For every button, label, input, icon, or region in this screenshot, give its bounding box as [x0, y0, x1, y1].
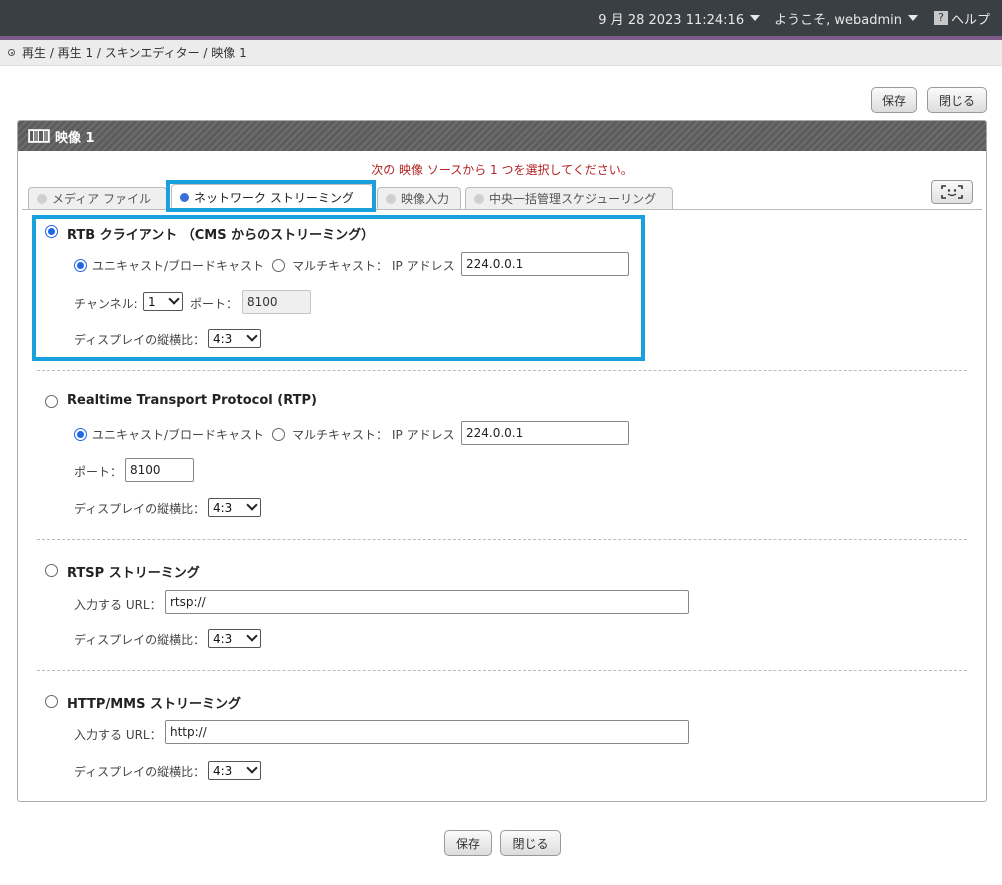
help-label: ヘルプ: [950, 12, 990, 28]
chevron-down-icon: [246, 762, 258, 774]
tab-video-input-label: 映像入力: [401, 192, 450, 206]
breadcrumb-text[interactable]: 再生 / 再生 1 / スキンエディター / 映像 1: [22, 44, 247, 61]
rtsp-radio[interactable]: [45, 564, 58, 577]
datetime-display: 9 月 28 2023 11:24:16: [598, 12, 745, 28]
rtb-aspect-label: ディスプレイの縦横比：: [74, 333, 206, 347]
face-detect-button[interactable]: [931, 180, 973, 204]
film-icon: [28, 129, 50, 143]
rtp-aspect-select[interactable]: 4:3: [208, 498, 261, 517]
rtb-multicast-label: マルチキャスト：: [292, 259, 389, 273]
http-mms-label: HTTP/MMS ストリーミング: [67, 697, 241, 712]
close-button-top[interactable]: 閉じる: [927, 87, 987, 113]
rtp-ip-label: IP アドレス: [392, 428, 455, 442]
rtb-aspect-select[interactable]: 4:3: [208, 329, 261, 348]
close-button-bottom[interactable]: 閉じる: [500, 830, 561, 856]
rtb-client-label: RTB クライアント （CMS からのストリーミング）: [67, 228, 375, 243]
rtb-unicast-label: ユニキャスト/ブロードキャスト: [92, 259, 265, 273]
rtb-client-radio[interactable]: [45, 225, 58, 238]
rtb-port-input: 8100: [242, 290, 311, 314]
rtsp-label: RTSP ストリーミング: [67, 566, 200, 581]
http-url-label: 入力する URL：: [74, 728, 162, 742]
help-button[interactable]: ? ヘルプ: [932, 9, 992, 28]
rtp-radio[interactable]: [45, 395, 58, 408]
tab-video-input-radio-icon: [386, 193, 396, 204]
rtp-port-label: ポート：: [74, 465, 123, 479]
top-bar: 9 月 28 2023 11:24:16 ようこそ, webadmin ? ヘル…: [0, 0, 1002, 36]
chevron-down-icon: [246, 499, 258, 511]
tab-media-file-label: メディア ファイル: [52, 192, 151, 206]
rtb-aspect-value: 4:3: [213, 331, 233, 346]
section-divider: [37, 539, 967, 540]
tab-central-scheduling[interactable]: 中央一括管理スケジューリング: [465, 187, 673, 209]
face-scan-icon: [941, 185, 963, 199]
chevron-down-icon: [168, 293, 180, 305]
rtb-port-label: ポート：: [190, 297, 239, 311]
rtb-unicast-radio[interactable]: [74, 259, 87, 272]
section-divider: [37, 370, 967, 371]
http-aspect-label: ディスプレイの縦横比：: [74, 765, 206, 779]
rtp-label: Realtime Transport Protocol (RTP): [67, 393, 317, 408]
tab-central-scheduling-radio-icon: [474, 193, 484, 204]
rtb-channel-label: チャンネル:: [74, 297, 138, 311]
welcome-user[interactable]: ようこそ, webadmin: [774, 9, 902, 28]
rtp-ip-input[interactable]: 224.0.0.1: [461, 421, 629, 445]
rtb-ip-label: IP アドレス: [392, 259, 455, 273]
breadcrumb-bullet-icon: [8, 49, 15, 56]
http-mms-radio[interactable]: [45, 695, 58, 708]
rtp-multicast-label: マルチキャスト：: [292, 428, 389, 442]
save-button-bottom[interactable]: 保存: [444, 830, 492, 856]
rtp-port-input[interactable]: 8100: [125, 458, 194, 482]
section-divider: [37, 670, 967, 671]
rtsp-aspect-select[interactable]: 4:3: [208, 629, 261, 648]
rtsp-url-input[interactable]: rtsp://: [165, 590, 689, 614]
rtp-aspect-label: ディスプレイの縦横比：: [74, 502, 206, 516]
http-aspect-select[interactable]: 4:3: [208, 761, 261, 780]
instruction-text: 次の 映像 ソースから 1 つを選択してください。: [371, 163, 633, 177]
save-button-top[interactable]: 保存: [871, 87, 917, 113]
rtb-multicast-radio[interactable]: [272, 259, 285, 272]
http-url-input[interactable]: http://: [165, 720, 689, 744]
rtsp-aspect-value: 4:3: [213, 631, 233, 646]
rtp-aspect-value: 4:3: [213, 500, 233, 515]
rtsp-url-label: 入力する URL：: [74, 598, 162, 612]
http-aspect-value: 4:3: [213, 763, 233, 778]
top-bar-right: 9 月 28 2023 11:24:16 ようこそ, webadmin ? ヘル…: [598, 0, 992, 36]
tab-video-input[interactable]: 映像入力: [377, 187, 461, 209]
tab-media-file[interactable]: メディア ファイル: [28, 187, 167, 209]
rtp-unicast-radio[interactable]: [74, 428, 87, 441]
user-dropdown-icon[interactable]: [907, 15, 918, 21]
rtsp-aspect-label: ディスプレイの縦横比：: [74, 633, 206, 647]
panel-header: 映像 1: [18, 121, 986, 151]
panel-title: 映像 1: [55, 130, 95, 146]
rtb-channel-select[interactable]: 1: [143, 292, 183, 311]
tab-media-file-radio-icon: [37, 193, 47, 204]
datetime-dropdown-icon[interactable]: [750, 15, 761, 21]
rtb-channel-value: 1: [148, 294, 156, 309]
chevron-down-icon: [246, 330, 258, 342]
rtb-ip-input[interactable]: 224.0.0.1: [461, 252, 629, 276]
tab-highlight-box: [166, 180, 376, 212]
breadcrumb: 再生 / 再生 1 / スキンエディター / 映像 1: [0, 40, 1002, 66]
chevron-down-icon: [246, 630, 258, 642]
tab-central-scheduling-label: 中央一括管理スケジューリング: [489, 192, 657, 206]
rtp-unicast-label: ユニキャスト/ブロードキャスト: [92, 428, 265, 442]
rtp-multicast-radio[interactable]: [272, 428, 285, 441]
help-icon: ?: [933, 11, 948, 25]
